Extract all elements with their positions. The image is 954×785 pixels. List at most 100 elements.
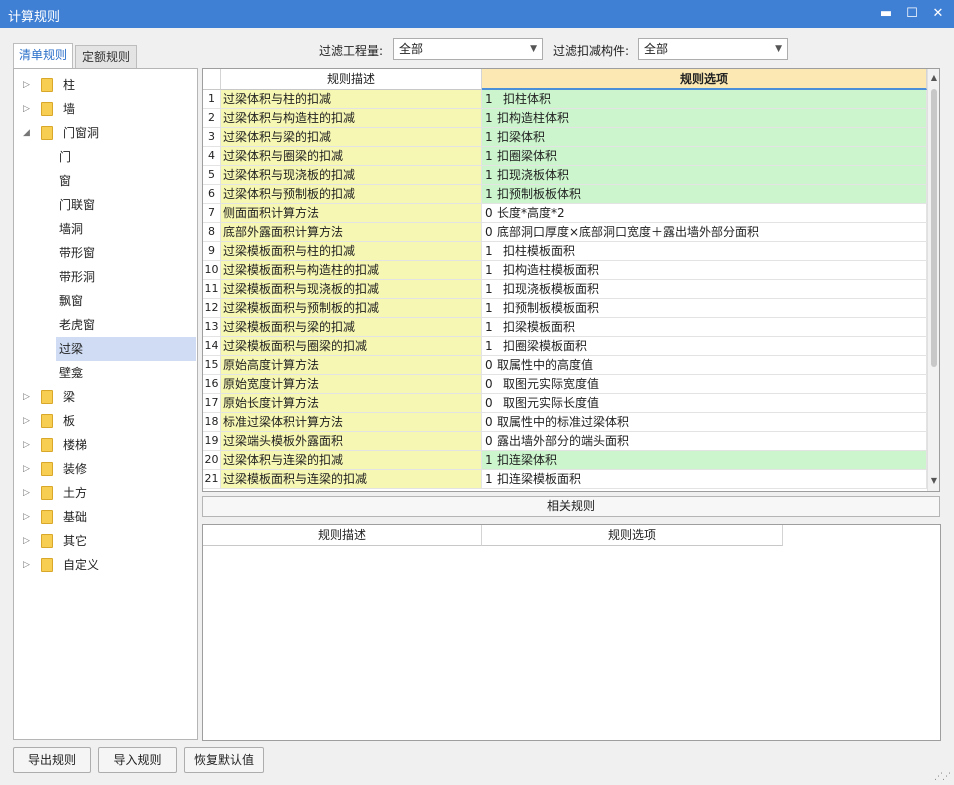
tree-item[interactable]: ▷ 板: [14, 409, 197, 433]
tree-item[interactable]: 门: [14, 145, 197, 169]
tree-item[interactable]: ▷ 土方: [14, 481, 197, 505]
rule-option[interactable]: 1 扣预制板板体积: [482, 185, 927, 204]
rule-option[interactable]: 0 取属性中的高度值: [482, 356, 927, 375]
rule-option-text: 取图元实际长度值: [503, 396, 600, 410]
table-row[interactable]: 12 过梁模板面积与预制板的扣减 1 扣预制板模板面积: [203, 299, 927, 318]
expand-arrow-icon[interactable]: ▷: [23, 553, 30, 577]
table-row[interactable]: 17 原始长度计算方法 0 取图元实际长度值: [203, 394, 927, 413]
expand-arrow-icon[interactable]: ▷: [23, 433, 30, 457]
expand-arrow-icon[interactable]: ▷: [23, 481, 30, 505]
expand-arrow-icon[interactable]: ▷: [23, 73, 30, 97]
rule-option[interactable]: 0 取图元实际宽度值: [482, 375, 927, 394]
table-row[interactable]: 15 原始高度计算方法 0 取属性中的高度值: [203, 356, 927, 375]
related-rules-bar[interactable]: 相关规则: [202, 496, 940, 517]
rule-option[interactable]: 0 底部洞口厚度×底部洞口宽度＋露出墙外部分面积: [482, 223, 927, 242]
table-row[interactable]: 1 过梁体积与柱的扣减 1 扣柱体积: [203, 90, 927, 109]
tree-item[interactable]: 飘窗: [14, 289, 197, 313]
tree-item[interactable]: ▷ 楼梯: [14, 433, 197, 457]
rule-option[interactable]: 1 扣圈梁体积: [482, 147, 927, 166]
rule-option[interactable]: 0 露出墙外部分的端头面积: [482, 432, 927, 451]
tree-item[interactable]: ▷ 梁: [14, 385, 197, 409]
collapse-arrow-icon[interactable]: ◢: [23, 121, 30, 145]
tree-item[interactable]: 壁龛: [14, 361, 197, 385]
filter-project-select[interactable]: 全部 ▼: [393, 38, 543, 60]
tree-item-label: 装修: [63, 462, 88, 476]
table-row[interactable]: 10 过梁模板面积与构造柱的扣减 1 扣构造柱模板面积: [203, 261, 927, 280]
tree-item[interactable]: ▷ 装修: [14, 457, 197, 481]
rule-option[interactable]: 1 扣构造柱模板面积: [482, 261, 927, 280]
rule-option[interactable]: 1 扣构造柱体积: [482, 109, 927, 128]
tree-item[interactable]: ▷ 其它: [14, 529, 197, 553]
row-number: 20: [203, 451, 221, 470]
table-row[interactable]: 21 过梁模板面积与连梁的扣减 1 扣连梁模板面积: [203, 470, 927, 489]
rule-description: 过梁模板面积与构造柱的扣减: [221, 261, 482, 280]
tree-item[interactable]: ▷ 基础: [14, 505, 197, 529]
expand-arrow-icon[interactable]: ▷: [23, 505, 30, 529]
rule-option-text: 取属性中的标准过梁体积: [497, 415, 630, 429]
tree-item[interactable]: 墙洞: [14, 217, 197, 241]
rule-option-text: 扣预制板模板面积: [503, 301, 600, 315]
rule-option[interactable]: 1 扣现浇板模板面积: [482, 280, 927, 299]
filter-deduct-select[interactable]: 全部 ▼: [638, 38, 788, 60]
table-row[interactable]: 14 过梁模板面积与圈梁的扣减 1 扣圈梁模板面积: [203, 337, 927, 356]
rules-grid-scrollbar[interactable]: ▲ ▼: [927, 69, 939, 491]
tab-quota-rules[interactable]: 定额规则: [75, 45, 137, 69]
rule-option[interactable]: 0 长度*高度*2: [482, 204, 927, 223]
resize-grip-icon[interactable]: ⋰⋰: [934, 772, 951, 782]
table-row[interactable]: 19 过梁端头模板外露面积 0 露出墙外部分的端头面积: [203, 432, 927, 451]
tree-item[interactable]: ◢ 门窗洞: [14, 121, 197, 145]
tree-item[interactable]: ▷ 自定义: [14, 553, 197, 577]
expand-arrow-icon[interactable]: ▷: [23, 457, 30, 481]
table-row[interactable]: 5 过梁体积与现浇板的扣减 1 扣现浇板体积: [203, 166, 927, 185]
table-row[interactable]: 3 过梁体积与梁的扣减 1 扣梁体积: [203, 128, 927, 147]
tree-item-label: 门: [59, 150, 72, 164]
tab-list-rules[interactable]: 清单规则: [13, 43, 73, 69]
tree-item[interactable]: 老虎窗: [14, 313, 197, 337]
expand-arrow-icon[interactable]: ▷: [23, 97, 30, 121]
expand-arrow-icon[interactable]: ▷: [23, 529, 30, 553]
table-row[interactable]: 7 侧面面积计算方法 0 长度*高度*2: [203, 204, 927, 223]
rule-option[interactable]: 1 扣连梁模板面积: [482, 470, 927, 489]
rule-option[interactable]: 1 扣柱体积: [482, 90, 927, 109]
rule-option[interactable]: 1 扣梁体积: [482, 128, 927, 147]
rule-option[interactable]: 1 扣梁模板面积: [482, 318, 927, 337]
table-row[interactable]: 9 过梁模板面积与柱的扣减 1 扣柱模板面积: [203, 242, 927, 261]
minimize-button[interactable]: ▬: [876, 4, 896, 24]
restore-defaults-button[interactable]: 恢复默认值: [184, 747, 264, 773]
rule-option[interactable]: 0 取图元实际长度值: [482, 394, 927, 413]
import-rules-button[interactable]: 导入规则: [98, 747, 177, 773]
rule-option[interactable]: 1 扣现浇板体积: [482, 166, 927, 185]
tree-item[interactable]: ▷ 墙: [14, 97, 197, 121]
scroll-thumb[interactable]: [931, 89, 937, 367]
tree-item[interactable]: 门联窗: [14, 193, 197, 217]
table-row[interactable]: 13 过梁模板面积与梁的扣减 1 扣梁模板面积: [203, 318, 927, 337]
rule-option[interactable]: 1 扣预制板模板面积: [482, 299, 927, 318]
table-row[interactable]: 16 原始宽度计算方法 0 取图元实际宽度值: [203, 375, 927, 394]
rule-option[interactable]: 0 取属性中的标准过梁体积: [482, 413, 927, 432]
table-row[interactable]: 20 过梁体积与连梁的扣减 1 扣连梁体积: [203, 451, 927, 470]
tree-item[interactable]: 过梁: [14, 337, 197, 361]
tree-item[interactable]: ▷ 柱: [14, 73, 197, 97]
close-button[interactable]: ✕: [928, 4, 948, 24]
table-row[interactable]: 8 底部外露面积计算方法 0 底部洞口厚度×底部洞口宽度＋露出墙外部分面积: [203, 223, 927, 242]
rule-option-code: 0: [485, 396, 493, 410]
rule-option[interactable]: 1 扣连梁体积: [482, 451, 927, 470]
table-row[interactable]: 2 过梁体积与构造柱的扣减 1 扣构造柱体积: [203, 109, 927, 128]
maximize-button[interactable]: ☐: [902, 4, 922, 24]
rule-option-code: 0: [485, 358, 493, 372]
rule-option-code: 0: [485, 434, 493, 448]
table-row[interactable]: 4 过梁体积与圈梁的扣减 1 扣圈梁体积: [203, 147, 927, 166]
table-row[interactable]: 6 过梁体积与预制板的扣减 1 扣预制板板体积: [203, 185, 927, 204]
table-row[interactable]: 18 标准过梁体积计算方法 0 取属性中的标准过梁体积: [203, 413, 927, 432]
scroll-up-icon[interactable]: ▲: [928, 70, 939, 86]
tree-item[interactable]: 带形窗: [14, 241, 197, 265]
table-row[interactable]: 11 过梁模板面积与现浇板的扣减 1 扣现浇板模板面积: [203, 280, 927, 299]
expand-arrow-icon[interactable]: ▷: [23, 409, 30, 433]
export-rules-button[interactable]: 导出规则: [13, 747, 91, 773]
rule-option[interactable]: 1 扣圈梁模板面积: [482, 337, 927, 356]
rule-option[interactable]: 1 扣柱模板面积: [482, 242, 927, 261]
scroll-down-icon[interactable]: ▼: [928, 473, 939, 489]
tree-item[interactable]: 带形洞: [14, 265, 197, 289]
expand-arrow-icon[interactable]: ▷: [23, 385, 30, 409]
tree-item[interactable]: 窗: [14, 169, 197, 193]
